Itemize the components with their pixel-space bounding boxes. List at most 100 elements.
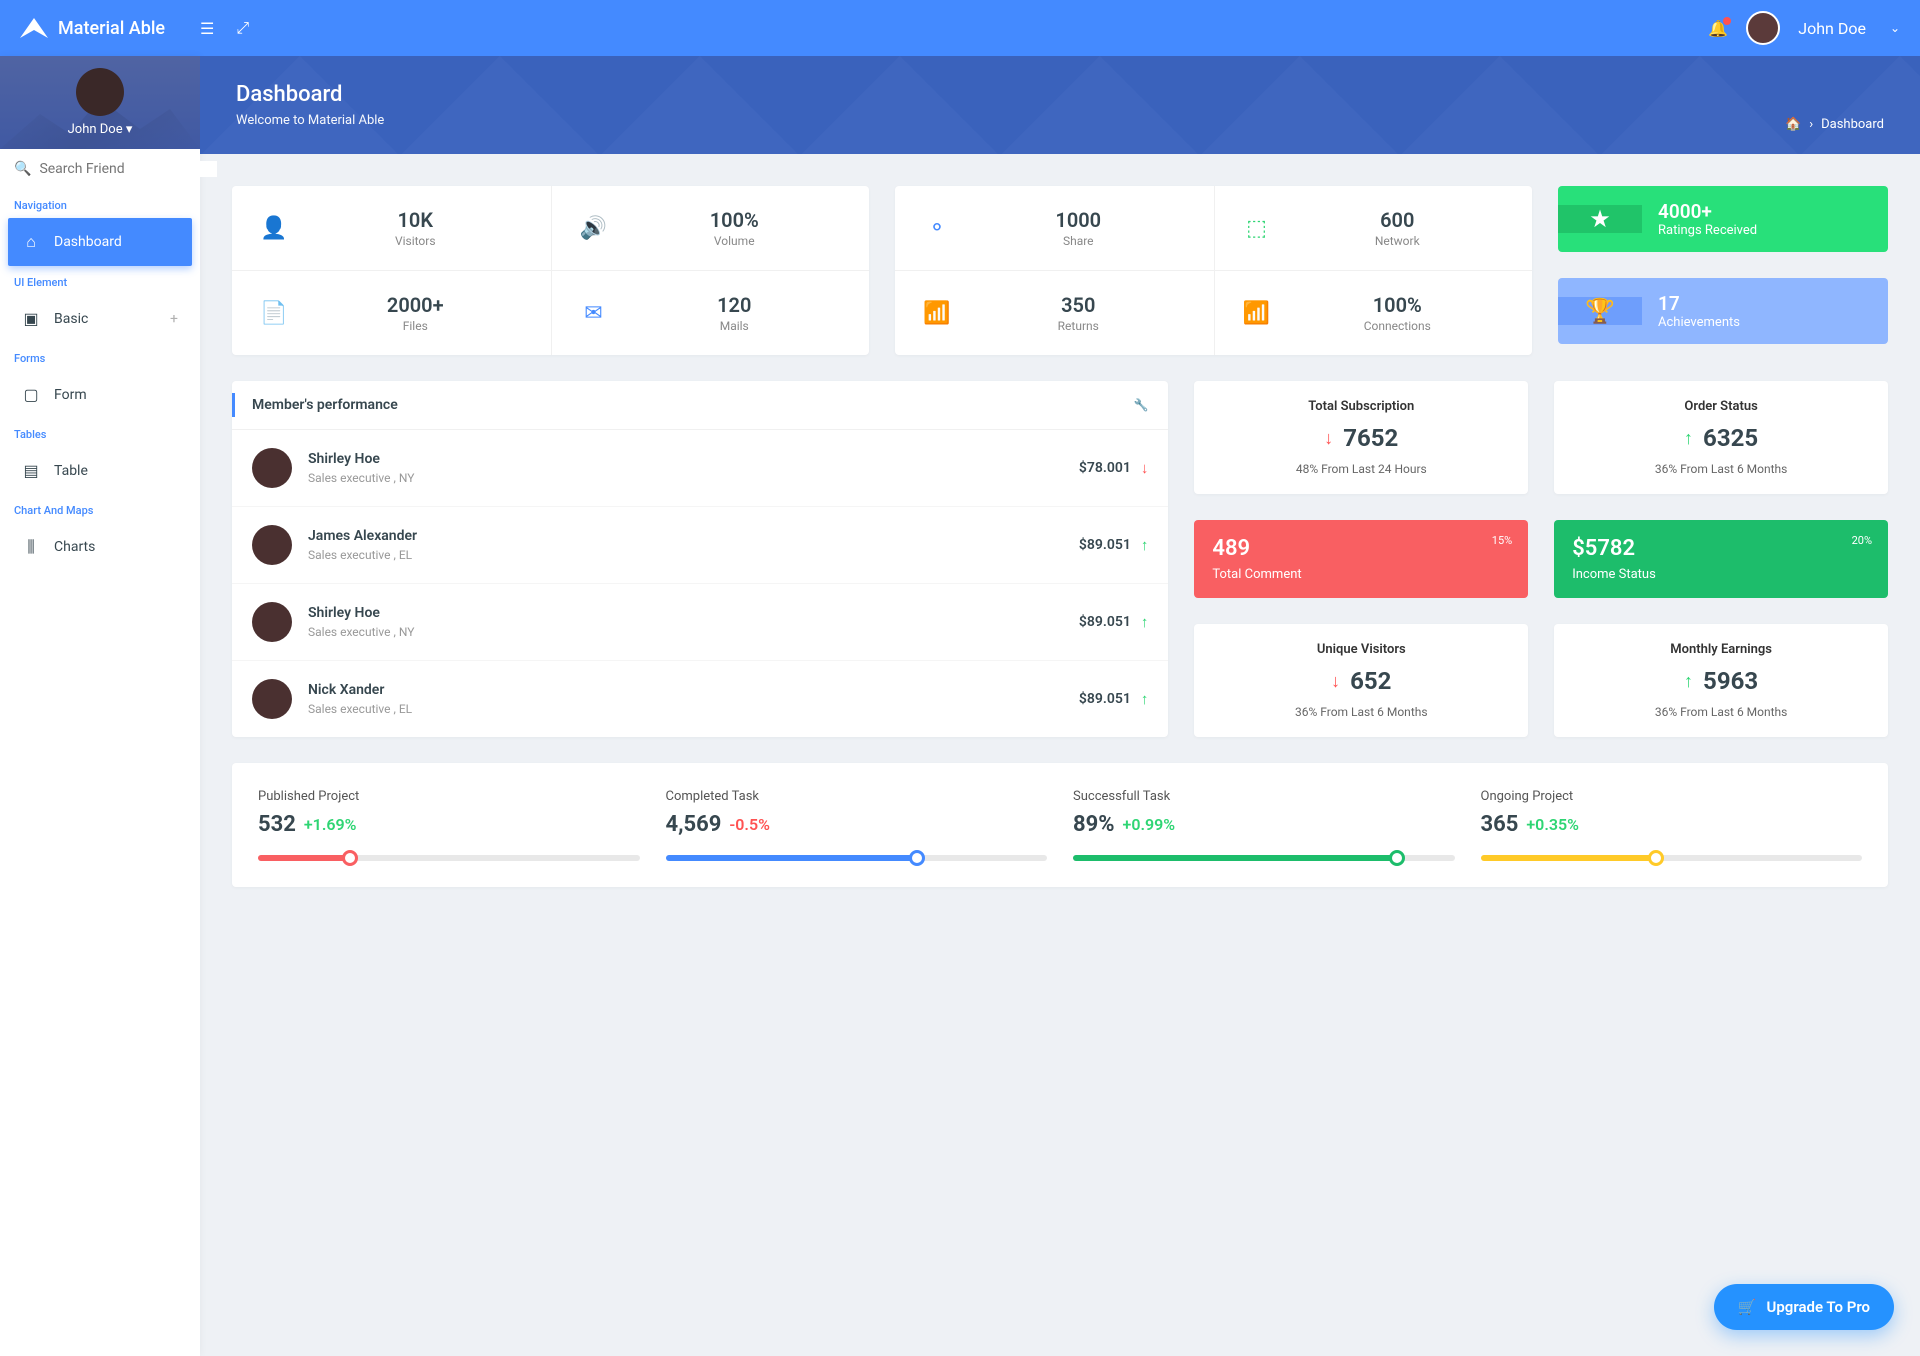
project-title: Completed Task [666,789,1048,804]
stat-label: Mails [618,319,852,333]
user-icon: 👤 [250,216,298,241]
member-value: $78.001 [1079,460,1131,476]
stat-cell: 📶350Returns [895,271,1214,355]
ribbon-column: ★4000+Ratings Received🏆17Achievements [1558,186,1888,355]
sidebar-item-charts[interactable]: ⫼Charts [8,523,192,571]
upgrade-fab-button[interactable]: 🛒 Upgrade To Pro [1714,1284,1894,1330]
project-title: Successfull Task [1073,789,1455,804]
kpi-title: Total Subscription [1206,399,1516,414]
breadcrumb[interactable]: 🏠 › Dashboard [1785,117,1884,132]
share-icon: ⚬ [913,216,961,241]
stat-label: Returns [961,319,1196,333]
projects-card: Published Project532+1.69%Completed Task… [232,763,1888,887]
stat-value: 2000+ [298,293,533,317]
user-avatar[interactable] [1746,11,1780,45]
fill-percent: 20% [1852,534,1872,547]
caret-down-icon: ▾ [126,122,133,137]
member-name: Nick Xander [308,682,412,698]
stat-value: 120 [618,293,852,317]
member-value: $89.051 [1079,614,1131,630]
fill-value: $5782 [1572,536,1870,561]
kpi-value: 5963 [1703,667,1758,695]
sidebar-category: Tables [0,418,200,447]
stat-label: Network [1281,234,1515,248]
project-stat: Completed Task4,569-0.5% [666,789,1048,861]
progress-thumb[interactable] [342,850,358,866]
kpi-column: Total Subscription↓765248% From Last 24 … [1194,381,1888,737]
sidebar-item-label: Charts [54,539,95,555]
stat-label: Visitors [298,234,533,248]
sidebar-item-table[interactable]: ▤Table [8,447,192,494]
sidebar-item-form[interactable]: ▢Form [8,371,192,418]
stat-label: Share [961,234,1196,248]
sidebar-search[interactable]: 🔍 [0,149,200,189]
progress-track[interactable] [1073,855,1455,861]
sidebar: John Doe ▾ 🔍 Navigation⌂DashboardUI Elem… [0,56,200,1356]
project-stat: Successfull Task89%+0.99% [1073,789,1455,861]
progress-track[interactable] [666,855,1048,861]
trend-up-icon: ↑ [1684,671,1693,692]
mail-icon: ✉ [570,301,618,326]
kpi-value: 6325 [1703,424,1758,452]
trend-down-icon: ↓ [1324,428,1333,449]
progress-track[interactable] [258,855,640,861]
wrench-icon[interactable]: 🔧 [1133,398,1148,412]
stat-label: Files [298,319,533,333]
file-icon: 📄 [250,301,298,326]
search-input[interactable] [39,161,217,177]
wifi-icon: 📶 [1233,301,1281,326]
project-change: +1.69% [304,815,357,834]
member-role: Sales executive , EL [308,548,417,562]
notification-bell-icon[interactable]: 🔔 [1708,19,1728,38]
page-title: Dashboard [236,82,1884,107]
progress-thumb[interactable] [909,850,925,866]
member-name: Shirley Hoe [308,605,414,621]
top-navbar: Material Able ☰ ⤢ 🔔 John Doe ⌄ [0,0,1920,56]
stat-cell: ✉120 Mails [551,271,870,355]
ribbon-blue: 🏆17Achievements [1558,278,1888,344]
performance-row[interactable]: Shirley Hoe Sales executive , NY $89.051 ↑ [232,584,1168,661]
stat-label: Connections [1281,319,1515,333]
logo-icon [20,18,48,38]
progress-thumb[interactable] [1648,850,1664,866]
kpi-title: Unique Visitors [1206,642,1516,657]
stat-value: 350 [961,293,1196,317]
member-avatar [252,525,292,565]
performance-row[interactable]: James AlexanderSales executive , EL$89.0… [232,507,1168,584]
sidebar-profile[interactable]: John Doe ▾ [0,56,200,149]
user-name[interactable]: John Doe [1798,19,1866,38]
chevron-down-icon[interactable]: ⌄ [1890,21,1900,35]
trend-down-icon: ↓ [1141,459,1149,477]
stat-value: 1000 [961,208,1196,232]
sidebar-item-basic[interactable]: ▣Basic+ [8,295,192,342]
stat-value: 100% [618,208,852,232]
kpi-value: 7652 [1343,424,1398,452]
sidebar-item-dashboard[interactable]: ⌂Dashboard [8,218,192,266]
progress-thumb[interactable] [1389,850,1405,866]
kpi-value: 652 [1350,667,1391,695]
ribbon-label: Achievements [1658,315,1740,330]
net-icon: ⬚ [1233,216,1281,241]
project-stat: Ongoing Project365+0.35% [1481,789,1863,861]
home-icon[interactable]: 🏠 [1785,117,1801,132]
performance-row[interactable]: Shirley HoeSales executive , NY$78.001↓ [232,430,1168,507]
menu-toggle-icon[interactable]: ☰ [200,19,214,38]
trend-up-icon: ↑ [1141,690,1149,708]
member-name: James Alexander [308,528,417,544]
sidebar-user-name: John Doe [68,122,123,137]
sidebar-item-label: Form [54,387,87,403]
sidebar-item-label: Basic [54,311,88,327]
logo[interactable]: Material Able [20,18,200,39]
sidebar-category: Chart And Maps [0,494,200,523]
member-role: Sales executive , NY [308,625,414,639]
stat-label: Volume [618,234,852,248]
performance-card: Member's performance 🔧 Shirley HoeSales … [232,381,1168,737]
performance-row[interactable]: Nick XanderSales executive , EL$89.051↑ [232,661,1168,737]
fullscreen-icon[interactable]: ⤢ [236,18,249,38]
sidebar-item-icon: ▣ [22,309,40,328]
fill-percent: 15% [1492,534,1512,547]
fab-label: Upgrade To Pro [1767,1298,1871,1316]
progress-track[interactable] [1481,855,1863,861]
trend-up-icon: ↑ [1141,613,1149,631]
cart-icon: 🛒 [1738,1298,1757,1316]
